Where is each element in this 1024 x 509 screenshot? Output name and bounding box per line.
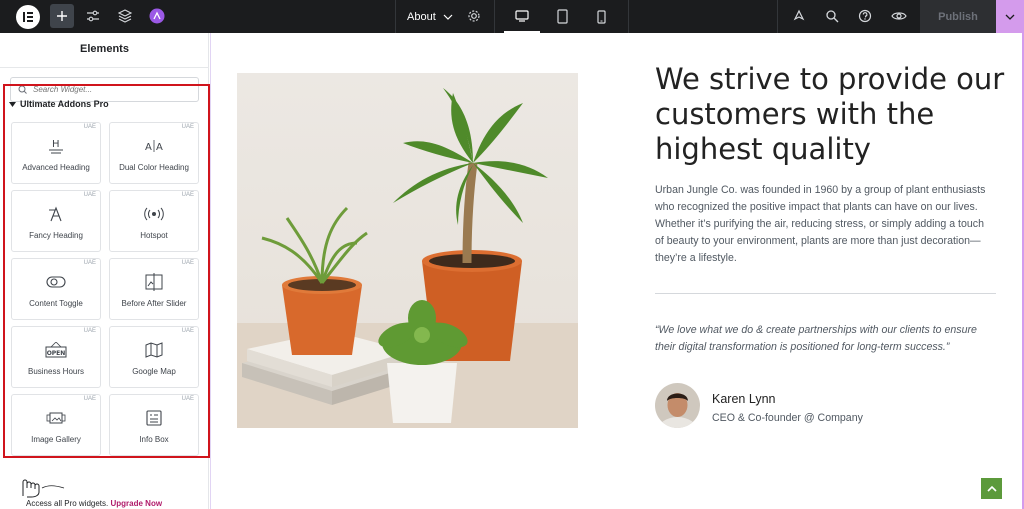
hotspot-icon xyxy=(144,205,164,223)
uae-badge: UAE xyxy=(83,260,96,266)
widget-hotspot[interactable]: UAE Hotspot xyxy=(109,190,199,252)
widget-grid: UAE H Advanced Heading UAE AA Dual Color… xyxy=(11,122,199,456)
about-paragraph: Urban Jungle Co. was founded in 1960 by … xyxy=(655,184,986,264)
widget-advanced-heading[interactable]: UAE H Advanced Heading xyxy=(11,122,101,184)
page-settings-gear-icon[interactable] xyxy=(462,4,486,28)
fancy-heading-icon xyxy=(47,205,65,223)
uae-badge: UAE xyxy=(83,124,96,130)
content-divider xyxy=(655,293,996,294)
tablet-view-icon[interactable] xyxy=(544,0,580,33)
svg-text:H: H xyxy=(52,139,60,150)
widget-image-gallery[interactable]: UAE Image Gallery xyxy=(11,394,101,456)
chevron-down-icon xyxy=(1005,14,1015,20)
widget-label: Hotspot xyxy=(140,231,168,240)
caret-down-icon xyxy=(9,101,16,107)
desktop-view-icon[interactable] xyxy=(504,0,540,33)
heading-icon: H xyxy=(47,137,65,155)
widget-google-map[interactable]: UAE Google Map xyxy=(109,326,199,388)
upgrade-footer: Access all Pro widgets. Upgrade Now xyxy=(26,499,162,508)
toolbar-separator xyxy=(395,0,396,33)
chevron-up-icon xyxy=(986,485,997,492)
widget-label: Business Hours xyxy=(27,367,85,376)
category-title: Ultimate Addons Pro xyxy=(20,99,109,109)
category-header[interactable]: Ultimate Addons Pro xyxy=(9,99,109,109)
upgrade-now-link[interactable]: Upgrade Now xyxy=(111,499,163,508)
info-box-icon xyxy=(146,409,162,427)
page-name: About xyxy=(407,10,436,23)
widget-label: Before After Slider xyxy=(121,299,187,308)
uae-badge: UAE xyxy=(181,124,194,130)
ai-assistant-icon[interactable] xyxy=(145,4,169,28)
panel-title: Elements xyxy=(80,43,129,55)
search-icon[interactable] xyxy=(820,4,844,28)
publish-options-button[interactable] xyxy=(996,0,1024,33)
widget-label: Dual Color Heading xyxy=(119,163,189,172)
testimonial-quote: “We love what we do & create partnership… xyxy=(655,324,977,353)
add-element-icon[interactable] xyxy=(50,4,74,28)
uae-badge: UAE xyxy=(83,396,96,402)
gallery-icon xyxy=(46,409,66,427)
editor-topbar: About Publish xyxy=(0,0,1024,33)
help-icon[interactable] xyxy=(853,4,877,28)
widget-label: Fancy Heading xyxy=(29,231,83,240)
widget-label: Google Map xyxy=(132,367,176,376)
chevron-down-icon xyxy=(443,14,453,20)
svg-text:OPEN: OPEN xyxy=(47,350,66,357)
uae-badge: UAE xyxy=(181,192,194,198)
plants-image[interactable] xyxy=(237,73,578,428)
widget-dual-color-heading[interactable]: UAE AA Dual Color Heading xyxy=(109,122,199,184)
widget-business-hours[interactable]: UAE OPEN Business Hours xyxy=(11,326,101,388)
notes-icon[interactable] xyxy=(787,4,811,28)
uae-badge: UAE xyxy=(83,328,96,334)
widget-fancy-heading[interactable]: UAE Fancy Heading xyxy=(11,190,101,252)
toolbar-separator xyxy=(777,0,778,33)
open-sign-icon: OPEN xyxy=(45,341,67,359)
elementor-logo-icon[interactable] xyxy=(16,5,40,29)
widget-info-box[interactable]: UAE Info Box xyxy=(109,394,199,456)
widget-content-toggle[interactable]: UAE Content Toggle xyxy=(11,258,101,320)
footer-text: Access all Pro widgets. xyxy=(26,499,109,508)
publish-button[interactable]: Publish xyxy=(920,0,996,33)
preview-eye-icon[interactable] xyxy=(887,4,911,28)
uae-badge: UAE xyxy=(181,328,194,334)
person-name: Karen Lynn xyxy=(712,392,776,406)
svg-text:A: A xyxy=(145,142,152,153)
widget-label: Image Gallery xyxy=(31,435,81,444)
structure-layers-icon[interactable] xyxy=(113,4,137,28)
site-settings-icon[interactable] xyxy=(81,4,105,28)
toggle-icon xyxy=(46,273,66,291)
widget-label: Info Box xyxy=(139,435,169,444)
uae-badge: UAE xyxy=(181,396,194,402)
uae-badge: UAE xyxy=(83,192,96,198)
uae-badge: UAE xyxy=(181,260,194,266)
page-headline: We strive to provide our customers with … xyxy=(655,62,1005,166)
widget-label: Content Toggle xyxy=(29,299,83,308)
page-selector[interactable]: About xyxy=(407,0,453,33)
toolbar-separator xyxy=(494,0,495,33)
map-icon xyxy=(145,341,163,359)
person-role: CEO & Co-founder @ Company xyxy=(712,412,863,424)
mobile-view-icon[interactable] xyxy=(583,0,619,33)
dual-color-heading-icon: AA xyxy=(144,137,164,155)
widget-before-after-slider[interactable]: UAE Before After Slider xyxy=(109,258,199,320)
before-after-icon xyxy=(145,273,163,291)
avatar xyxy=(655,383,700,428)
widget-label: Advanced Heading xyxy=(22,163,90,172)
back-to-top-button[interactable] xyxy=(981,478,1002,499)
toolbar-separator xyxy=(628,0,629,33)
panel-divider xyxy=(0,67,209,68)
svg-text:A: A xyxy=(156,142,163,153)
